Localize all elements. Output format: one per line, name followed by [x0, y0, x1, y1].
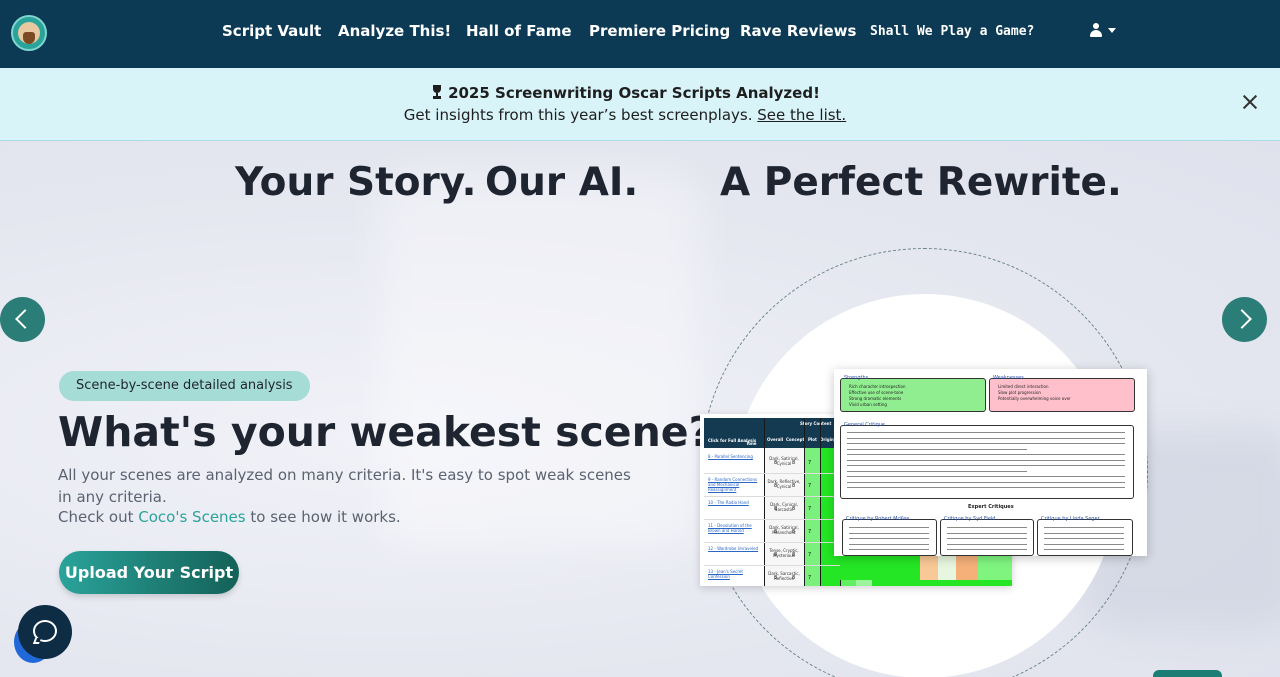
nav-link-analyze-this[interactable]: Analyze This!: [338, 22, 451, 40]
scene-link[interactable]: 9 - Random Connections and Mechanical Re…: [708, 477, 760, 492]
strength-item: Strong dramatic elements: [849, 396, 902, 401]
feature-badge: Scene-by-scene detailed analysis: [59, 371, 310, 401]
user-icon: [1090, 23, 1102, 37]
scene-critique-preview: Strengths Rich character introspection Ef…: [834, 369, 1147, 556]
slide-check-out: Check out Coco's Scenes to see how it wo…: [58, 508, 401, 526]
strength-item: Rich character introspection: [849, 384, 906, 389]
headline-our-ai: Our AI.: [485, 160, 639, 205]
banner-link[interactable]: See the list.: [757, 106, 846, 124]
scene-score: 8: [774, 506, 778, 512]
nav-link-play-a-game[interactable]: Shall We Play a Game?: [870, 24, 1034, 39]
strengths-box: Strengths Rich character introspection Ef…: [840, 375, 986, 412]
carousel-prev-button[interactable]: [0, 297, 45, 342]
scene-score: 8: [774, 460, 778, 466]
scene-link[interactable]: 10 - The Radio Hand: [708, 500, 760, 505]
scene-link[interactable]: 11 - Devolution of the Brown and Harold: [708, 523, 760, 533]
chat-widget-button[interactable]: [18, 605, 72, 659]
scene-tone: Dark, Cynical, Sarcastic: [770, 502, 798, 512]
nav-link-script-vault[interactable]: Script Vault: [222, 22, 321, 40]
general-critique-box: General Critique: [840, 422, 1134, 499]
scene-tone: Tense, Cryptic, Mysterious: [769, 548, 799, 558]
scene-score: 7: [808, 460, 812, 466]
expert-seger-box: Critique by Linda Seger: [1037, 516, 1133, 556]
scene-score: 8: [774, 483, 778, 489]
scene-score: 7: [808, 529, 812, 535]
slide-description: All your scenes are analyzed on many cri…: [58, 466, 631, 506]
upload-script-button[interactable]: Upload Your Script: [59, 551, 239, 594]
site-logo[interactable]: [11, 15, 47, 51]
trophy-icon: [430, 85, 444, 99]
nav-link-premiere-pricing[interactable]: Premiere Pricing: [589, 22, 730, 40]
expert-mckee-box: Critique by Robert McKee: [842, 516, 937, 556]
scene-tone: Dark, Satirical, Cynical: [769, 456, 799, 466]
scene-score: 8: [774, 529, 778, 535]
strength-item: Effective use of scene-tone: [849, 390, 904, 395]
banner-title: 2025 Screenwriting Oscar Scripts Analyze…: [448, 84, 820, 102]
user-menu[interactable]: [1090, 23, 1116, 37]
weaknesses-box: Weaknesses Limited direct interaction Slo…: [989, 375, 1135, 412]
scene-score: 8: [792, 460, 796, 466]
top-nav: Script Vault Analyze This! Hall of Fame …: [0, 0, 1280, 68]
nav-link-hall-of-fame[interactable]: Hall of Fame: [466, 22, 572, 40]
scene-tone: Dark, Sarcastic, Reflective: [768, 571, 800, 581]
scene-link[interactable]: 12 - Wardrobe Unraveled: [708, 546, 760, 551]
carousel-next-button[interactable]: [1222, 297, 1267, 342]
strength-item: Vivid urban setting: [849, 402, 887, 407]
weakness-item: Limited direct interaction: [998, 384, 1049, 389]
scene-score: 7: [808, 552, 812, 558]
scene-score: 8: [792, 483, 796, 489]
announcement-banner: 2025 Screenwriting Oscar Scripts Analyze…: [0, 68, 1280, 141]
headline-perfect-rewrite: A Perfect Rewrite.: [720, 160, 1122, 205]
slide-title: What's your weakest scene?: [58, 408, 713, 456]
scene-score: 7: [808, 575, 812, 581]
scene-score: 8: [792, 552, 796, 558]
nav-link-rave-reviews[interactable]: Rave Reviews: [740, 22, 856, 40]
close-banner-button[interactable]: [1239, 91, 1261, 113]
scene-score: 8: [792, 575, 796, 581]
headline-your-story: Your Story.: [235, 160, 477, 205]
caret-down-icon: [1108, 27, 1116, 33]
scene-link[interactable]: 13 - Jean's Secret Confession: [708, 569, 760, 579]
scene-link[interactable]: 8 - Parallel Sentencing: [708, 454, 760, 459]
scene-score: 8: [792, 506, 796, 512]
scene-score: 7: [808, 506, 812, 512]
scene-score: 8: [774, 552, 778, 558]
scene-score: 8: [792, 529, 796, 535]
expert-field-box: Critique by Syd Field: [940, 516, 1034, 556]
banner-text: Get insights from this year’s best scree…: [403, 106, 753, 124]
partial-bottom-button[interactable]: [1153, 670, 1222, 677]
scene-score: 8: [774, 575, 778, 581]
scene-score: 7: [808, 483, 812, 489]
scene-tone: Dark, Reflective, Cynical: [767, 479, 801, 489]
scene-tone: Dark, Satirical, Melancholic: [769, 525, 799, 535]
weakness-item: Slow plot progression: [998, 390, 1041, 395]
weakness-item: Potentially overwhelming voice over: [998, 396, 1071, 401]
cocos-scenes-link[interactable]: Coco's Scenes: [138, 508, 245, 526]
